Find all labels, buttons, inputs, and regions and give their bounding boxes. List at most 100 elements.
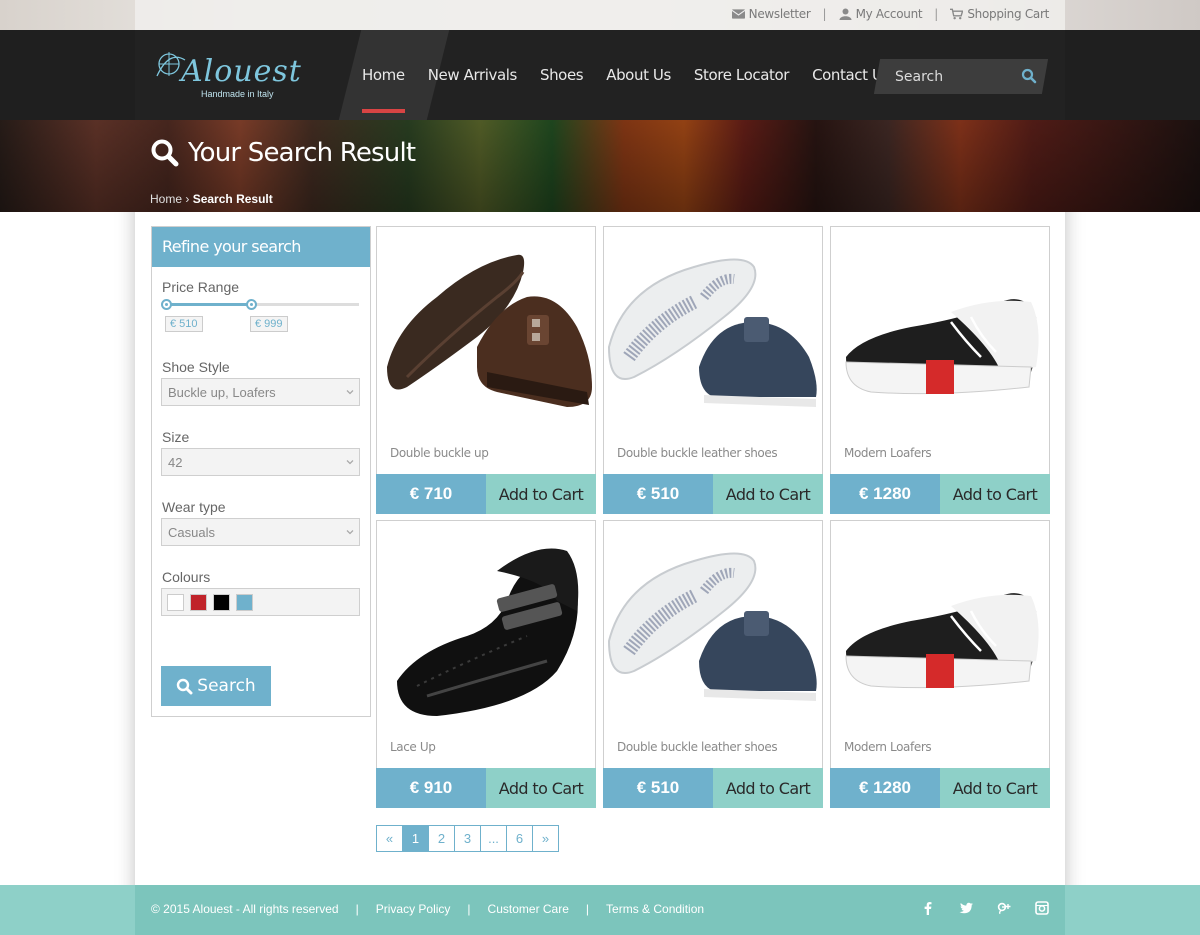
wear-type-label: Wear type xyxy=(162,499,226,515)
search-input[interactable] xyxy=(885,59,1015,94)
wear-type-select[interactable]: Casuals xyxy=(161,518,360,546)
product-price: € 510 xyxy=(603,474,713,514)
shoe-style-value: Buckle up, Loafers xyxy=(168,385,276,400)
separator: | xyxy=(934,7,939,21)
newsletter-link[interactable]: Newsletter xyxy=(731,7,811,21)
privacy-policy-link[interactable]: Privacy Policy xyxy=(376,902,451,916)
shopping-cart-label: Shopping Cart xyxy=(967,7,1049,21)
breadcrumb-separator: › xyxy=(185,192,190,206)
product-image-brown-monk-shoe[interactable] xyxy=(377,227,595,437)
add-to-cart-button[interactable]: Add to Cart xyxy=(713,768,823,808)
cart-icon xyxy=(950,8,964,20)
pagination-page-3[interactable]: 3 xyxy=(454,825,481,852)
search-icon xyxy=(177,678,193,694)
price-max-value: € 999 xyxy=(250,316,288,332)
nav-shoes[interactable]: Shoes xyxy=(540,66,584,84)
nav-home[interactable]: Home xyxy=(362,66,405,113)
nav-new-arrivals[interactable]: New Arrivals xyxy=(428,66,518,84)
product-price: € 1280 xyxy=(830,474,940,514)
size-label: Size xyxy=(162,429,190,445)
product-image-loafer[interactable] xyxy=(831,227,1049,437)
product-card[interactable]: Modern Loafers € 1280 Add to Cart xyxy=(830,226,1050,514)
colour-swatches xyxy=(161,588,360,616)
user-icon xyxy=(839,8,852,20)
pagination-page-1[interactable]: 1 xyxy=(402,825,429,852)
chevron-down-icon xyxy=(346,530,354,535)
add-to-cart-button[interactable]: Add to Cart xyxy=(486,768,596,808)
product-name: Lace Up xyxy=(390,740,436,754)
add-to-cart-button[interactable]: Add to Cart xyxy=(940,768,1050,808)
product-name: Double buckle leather shoes xyxy=(617,446,778,460)
search-icon[interactable] xyxy=(1021,68,1037,84)
pagination-first[interactable]: « xyxy=(376,825,403,852)
search-button-label: Search xyxy=(197,676,256,696)
terms-condition-link[interactable]: Terms & Condition xyxy=(606,902,704,916)
page-title-text: Your Search Result xyxy=(188,138,416,168)
product-image-patent-leather-shoe[interactable] xyxy=(377,521,595,731)
pagination-page-2[interactable]: 2 xyxy=(428,825,455,852)
my-account-link[interactable]: My Account xyxy=(839,7,923,21)
refine-search-panel: Refine your search Price Range € 510 € 9… xyxy=(151,226,371,717)
logo[interactable]: Alouest Handmade in Italy xyxy=(151,46,311,102)
product-card[interactable]: Double buckle leather shoes € 510 Add to… xyxy=(603,520,823,808)
twitter-icon[interactable] xyxy=(959,901,973,915)
shopping-cart-link[interactable]: Shopping Cart xyxy=(950,7,1049,21)
colour-swatch-red[interactable] xyxy=(190,593,207,611)
my-account-label: My Account xyxy=(855,7,923,21)
product-card[interactable]: Modern Loafers € 1280 Add to Cart xyxy=(830,520,1050,808)
product-card[interactable]: Double buckle up € 710 Add to Cart xyxy=(376,226,596,514)
add-to-cart-button[interactable]: Add to Cart xyxy=(940,474,1050,514)
copyright-text: © 2015 Alouest - All rights reserved xyxy=(151,902,339,916)
product-price: € 510 xyxy=(603,768,713,808)
pagination-page-6[interactable]: 6 xyxy=(506,825,533,852)
product-image-blue-brogue-shoe[interactable] xyxy=(604,227,822,437)
nav-about-us[interactable]: About Us xyxy=(606,66,671,84)
chevron-down-icon xyxy=(346,460,354,465)
product-name: Modern Loafers xyxy=(844,446,932,460)
top-utility-bar: Newsletter | My Account | Shopping Cart xyxy=(0,0,1200,30)
search-icon xyxy=(151,139,179,167)
main-nav: Home New Arrivals Shoes About Us Store L… xyxy=(362,30,913,120)
colour-swatch-blue[interactable] xyxy=(236,593,253,611)
separator: | xyxy=(822,7,827,21)
shoe-style-label: Shoe Style xyxy=(162,359,230,375)
price-min-value: € 510 xyxy=(165,316,203,332)
separator: | xyxy=(585,902,590,916)
google-plus-icon[interactable] xyxy=(997,901,1011,915)
search-button[interactable]: Search xyxy=(161,666,271,706)
add-to-cart-button[interactable]: Add to Cart xyxy=(713,474,823,514)
price-slider-max-handle[interactable] xyxy=(246,299,257,310)
product-price: € 910 xyxy=(376,768,486,808)
footer: © 2015 Alouest - All rights reserved | P… xyxy=(0,885,1200,935)
page-title: Your Search Result xyxy=(150,138,416,168)
product-card[interactable]: Lace Up € 910 Add to Cart xyxy=(376,520,596,808)
social-links xyxy=(921,901,1049,915)
product-price: € 710 xyxy=(376,474,486,514)
product-name: Double buckle up xyxy=(390,446,489,460)
shoe-style-select[interactable]: Buckle up, Loafers xyxy=(161,378,360,406)
product-image-blue-brogue-shoe[interactable] xyxy=(604,521,822,731)
product-image-loafer[interactable] xyxy=(831,521,1049,731)
wear-type-value: Casuals xyxy=(168,525,215,540)
product-name: Double buckle leather shoes xyxy=(617,740,778,754)
pagination: « 1 2 3 ... 6 » xyxy=(376,825,559,852)
refine-search-heading: Refine your search xyxy=(152,227,370,267)
instagram-icon[interactable] xyxy=(1035,901,1049,915)
breadcrumb: Home › Search Result xyxy=(150,192,273,206)
customer-care-link[interactable]: Customer Care xyxy=(488,902,569,916)
chevron-down-icon xyxy=(346,390,354,395)
envelope-icon xyxy=(731,9,745,19)
colour-swatch-black[interactable] xyxy=(213,593,230,611)
product-price: € 1280 xyxy=(830,768,940,808)
size-select[interactable]: 42 xyxy=(161,448,360,476)
breadcrumb-home[interactable]: Home xyxy=(150,192,182,206)
facebook-icon[interactable] xyxy=(921,901,935,915)
pagination-last[interactable]: » xyxy=(532,825,559,852)
logo-brand: Alouest xyxy=(181,54,302,89)
price-slider-min-handle[interactable] xyxy=(161,299,172,310)
nav-store-locator[interactable]: Store Locator xyxy=(694,66,790,84)
product-card[interactable]: Double buckle leather shoes € 510 Add to… xyxy=(603,226,823,514)
colour-swatch-white[interactable] xyxy=(167,593,184,611)
add-to-cart-button[interactable]: Add to Cart xyxy=(486,474,596,514)
header: Alouest Handmade in Italy Home New Arriv… xyxy=(0,30,1200,120)
